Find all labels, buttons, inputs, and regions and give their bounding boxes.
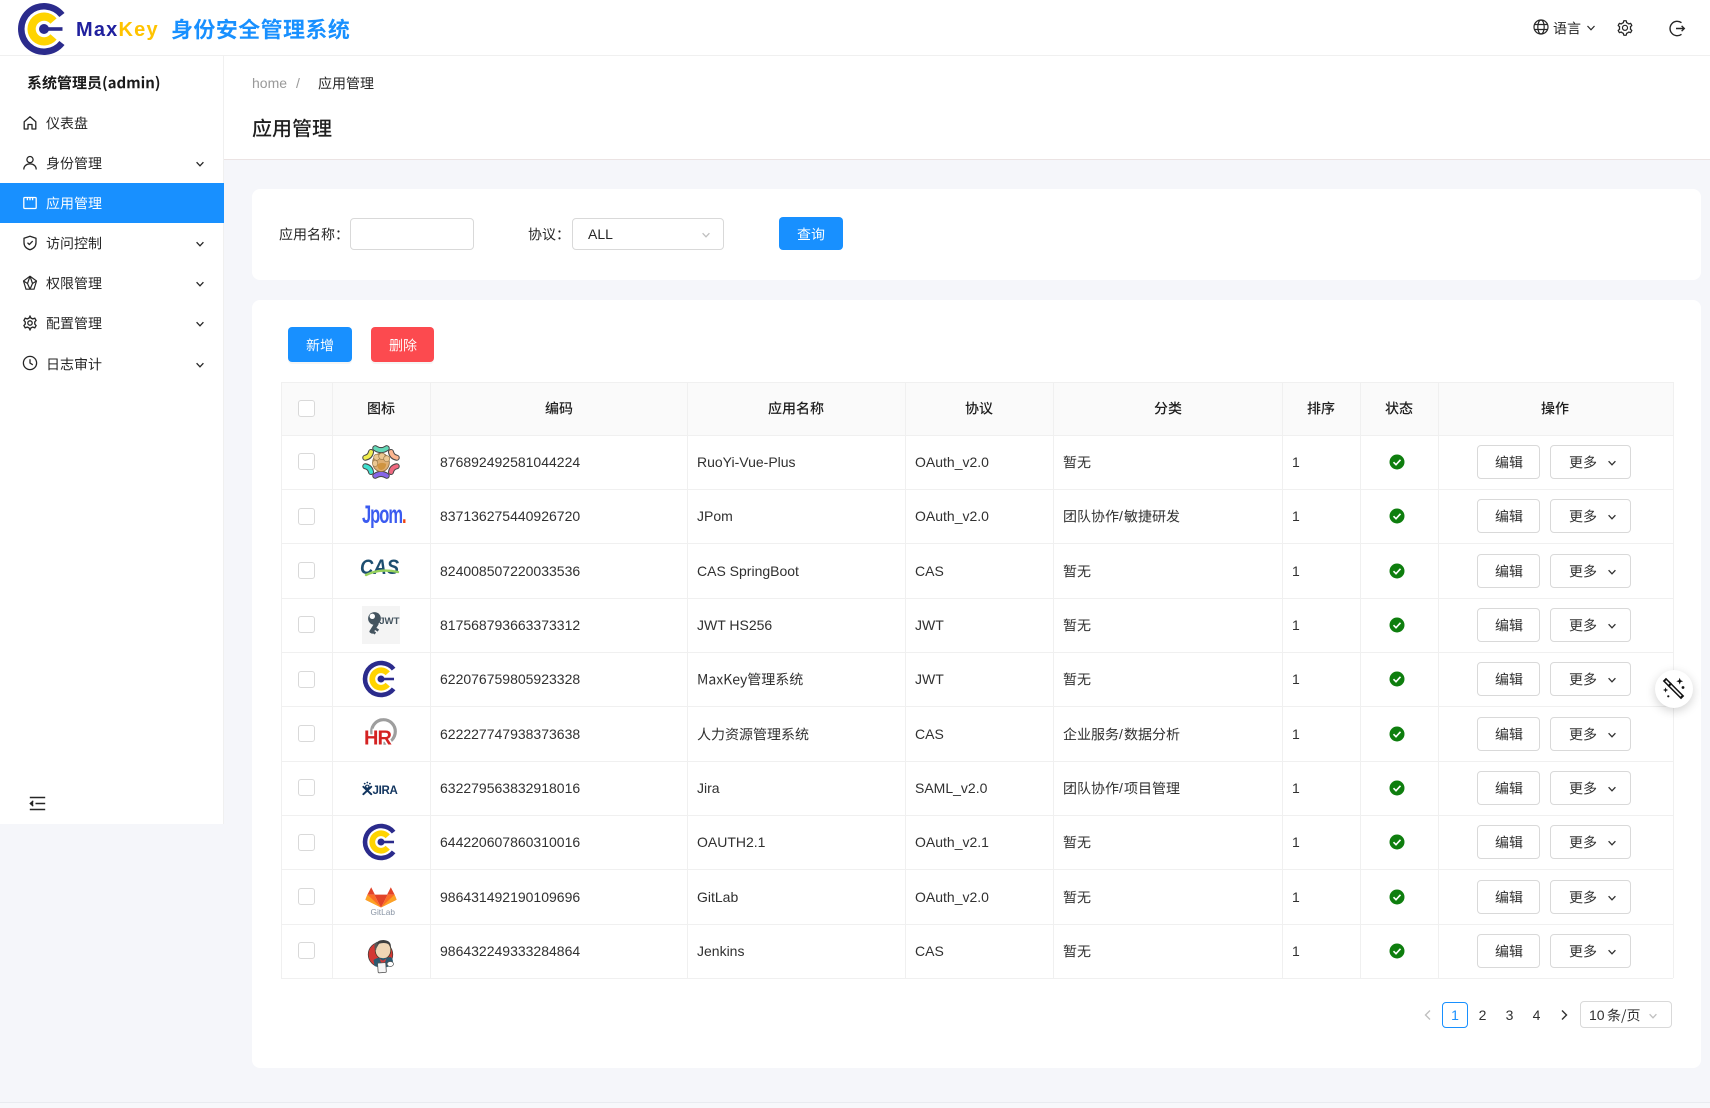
svg-text:HR: HR	[364, 727, 392, 749]
svg-text:JWT: JWT	[379, 616, 399, 627]
svg-text:GitLab: GitLab	[371, 907, 396, 916]
svg-text:JIRA: JIRA	[373, 785, 398, 797]
